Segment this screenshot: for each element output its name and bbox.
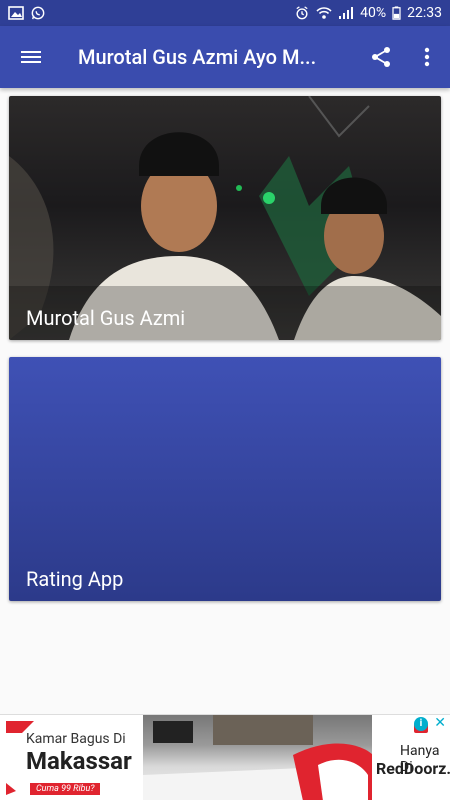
ad-tag: Cuma 99 Ribu? — [30, 783, 101, 795]
ad-left-panel: Kamar Bagus Di Makassar Cuma 99 Ribu? — [6, 721, 146, 795]
card-murotal[interactable]: Murotal Gus Azmi — [9, 96, 441, 340]
hamburger-icon — [21, 48, 41, 66]
page-title: Murotal Gus Azmi Ayo M... — [78, 45, 317, 69]
image-notification-icon — [8, 6, 24, 20]
card-photo — [9, 96, 441, 340]
alarm-icon — [296, 6, 308, 20]
card-rating-app[interactable]: Rating App — [9, 357, 441, 601]
ad-text-line2: Makassar — [26, 747, 132, 775]
status-bar: 40% 22:33 — [0, 0, 450, 26]
ad-close-icon[interactable]: ✕ — [434, 715, 446, 731]
more-vert-icon — [424, 47, 430, 67]
share-button[interactable] — [358, 26, 404, 88]
ad-banner[interactable]: Kamar Bagus Di Makassar Cuma 99 Ribu? Ha… — [0, 714, 450, 800]
whatsapp-icon — [31, 6, 45, 20]
clock: 22:33 — [407, 5, 442, 21]
app-bar: Murotal Gus Azmi Ayo M... — [0, 26, 450, 88]
signal-icon — [339, 7, 354, 19]
wifi-icon — [316, 7, 332, 19]
ad-right-line2: RedDoorz. — [376, 759, 450, 778]
card-label-rating: Rating App — [26, 567, 124, 591]
ad-info-icon[interactable]: i — [414, 717, 428, 731]
battery-icon — [392, 6, 401, 20]
share-icon — [372, 47, 390, 67]
card-label-murotal: Murotal Gus Azmi — [26, 306, 186, 330]
ad-room-image — [143, 715, 373, 800]
battery-percent: 40% — [360, 5, 387, 21]
menu-button[interactable] — [0, 26, 62, 88]
ad-text-line1: Kamar Bagus Di — [26, 731, 126, 747]
ad-bed-illustration — [143, 715, 373, 800]
overflow-menu-button[interactable] — [404, 26, 450, 88]
